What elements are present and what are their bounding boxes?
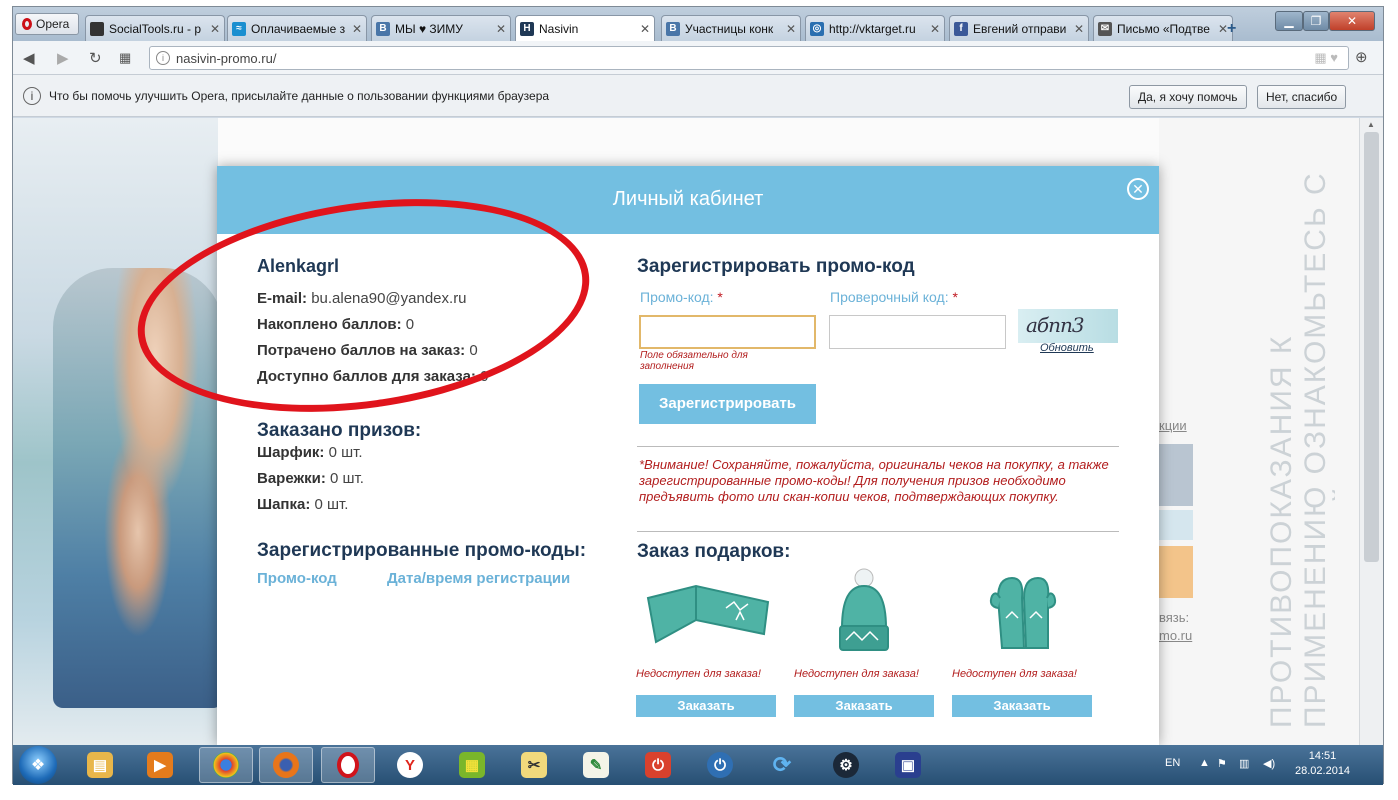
divider-top (637, 446, 1119, 447)
promo-error-text: Поле обязательно для заполнения (640, 350, 748, 372)
promo-required-mark: * (717, 289, 723, 305)
register-button[interactable]: Зарегистрировать (639, 384, 816, 424)
gifts-heading: Заказ подарков: (637, 541, 791, 562)
mittens-image (989, 576, 1057, 649)
registered-codes-heading: Зарегистрированные промо-коды: (257, 540, 587, 561)
order-mittens-button[interactable]: Заказать (952, 695, 1092, 717)
mittens-status: Недоступен для заказа! (952, 668, 1077, 680)
ordered-scarf: Шарфик: 0 шт. (257, 444, 363, 461)
ordered-scarf-label: Шарфик: (257, 444, 325, 461)
check-code-input[interactable] (829, 315, 1006, 349)
ordered-mittens-label: Варежки: (257, 470, 326, 487)
ordered-mittens-value: 0 шт. (330, 470, 364, 487)
taskbar-steam[interactable]: ⚙ (819, 747, 873, 783)
captcha-image: абпп3 (1018, 309, 1118, 343)
tray-expand-icon[interactable]: ▲ (1199, 757, 1210, 769)
taskbar-power-app[interactable]: ⏻ (693, 747, 747, 783)
promo-code-input[interactable] (639, 315, 816, 349)
system-clock[interactable]: 14:51 28.02.2014 (1295, 749, 1350, 779)
tray-volume-icon[interactable]: ◀) (1263, 757, 1275, 770)
register-heading: Зарегистрировать промо-код (637, 256, 915, 277)
check-code-label: Проверочный код: * (830, 289, 958, 305)
codes-col-code: Промо-код (257, 570, 337, 587)
taskbar-media-player[interactable]: ▶ (133, 747, 187, 783)
taskbar-sync-app[interactable]: ⟳ (755, 747, 809, 783)
taskbar-save-app[interactable]: ▣ (881, 747, 935, 783)
ordered-hat: Шапка: 0 шт. (257, 496, 348, 513)
captcha-refresh-link[interactable]: Обновить (1040, 342, 1094, 354)
language-indicator[interactable]: EN (1165, 757, 1180, 769)
tray-network-icon[interactable]: ▥ (1239, 757, 1249, 770)
clock-date: 28.02.2014 (1295, 765, 1351, 777)
taskbar-app-green[interactable]: ▦ (445, 747, 499, 783)
modal-body: Alenkagrl E-mail: bu.alena90@yandex.ru Н… (0, 0, 1398, 744)
warning-text: *Внимание! Сохраняйте, пожалуйста, ориги… (639, 457, 1109, 504)
hat-image (839, 568, 889, 651)
taskbar: ❖ ▤ ▶ Y ▦ ✂ ✎ ⏻ ⏻ ⟳ ⚙ ▣ EN ▲ ⚑ ▥ ◀) 14:5… (13, 745, 1383, 785)
hat-status: Недоступен для заказа! (794, 668, 919, 680)
taskbar-opera[interactable] (321, 747, 375, 783)
red-annotation-ellipse (123, 172, 604, 439)
ordered-hat-label: Шапка: (257, 496, 311, 513)
clock-time: 14:51 (1308, 750, 1337, 762)
check-required-mark: * (952, 289, 958, 305)
taskbar-shutdown-app[interactable]: ⏻ (631, 747, 685, 783)
ordered-hat-value: 0 шт. (314, 496, 349, 513)
promo-code-label-text: Промо-код: (640, 289, 714, 305)
check-code-label-text: Проверочный код: (830, 289, 949, 305)
taskbar-snipping[interactable]: ✂ (507, 747, 561, 783)
ordered-scarf-value: 0 шт. (328, 444, 363, 461)
ordered-mittens: Варежки: 0 шт. (257, 470, 364, 487)
taskbar-explorer[interactable]: ▤ (73, 747, 127, 783)
promo-code-label: Промо-код: * (640, 289, 723, 305)
taskbar-notepad[interactable]: ✎ (569, 747, 623, 783)
order-scarf-button[interactable]: Заказать (636, 695, 776, 717)
scarf-image (646, 584, 770, 644)
scarf-status: Недоступен для заказа! (636, 668, 761, 680)
taskbar-chrome[interactable] (199, 747, 253, 783)
divider-bottom (637, 531, 1119, 532)
ordered-heading: Заказано призов: (257, 420, 422, 441)
order-hat-button[interactable]: Заказать (794, 695, 934, 717)
tray-flag-icon[interactable]: ⚑ (1217, 757, 1227, 770)
taskbar-yandex[interactable]: Y (383, 747, 437, 783)
taskbar-firefox[interactable] (259, 747, 313, 783)
codes-col-date: Дата/время регистрации (387, 570, 571, 587)
start-button[interactable]: ❖ (19, 746, 57, 784)
